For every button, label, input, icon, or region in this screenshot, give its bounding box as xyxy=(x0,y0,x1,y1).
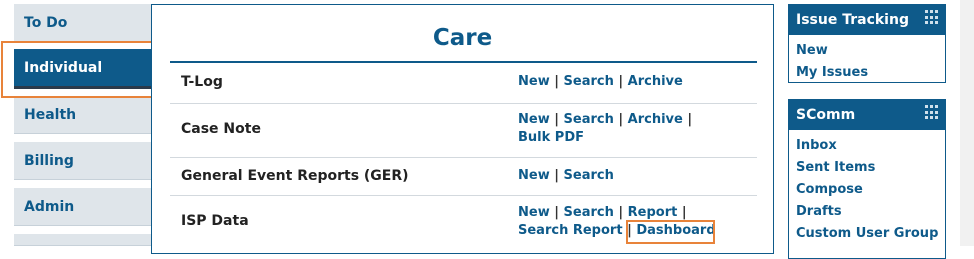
my-issues-link[interactable]: My Issues xyxy=(796,62,945,84)
tab-label: Admin xyxy=(24,198,75,215)
dashboard-link[interactable]: Dashboard xyxy=(636,223,715,238)
new-link[interactable]: New xyxy=(518,168,550,183)
page-scrollbar[interactable] xyxy=(960,0,974,246)
report-link[interactable]: Report xyxy=(628,205,678,220)
row-isp-data: ISP Data New | Search | Report | Search R… xyxy=(170,195,757,255)
tab-billing[interactable]: Billing xyxy=(14,142,152,180)
drafts-link[interactable]: Drafts xyxy=(796,201,945,223)
page-title: Care xyxy=(432,25,493,51)
widget-header: Issue Tracking xyxy=(789,5,945,35)
row-label: ISP Data xyxy=(181,213,249,229)
tab-label: Individual xyxy=(24,59,103,76)
row-label: Case Note xyxy=(181,121,261,137)
tab-label: Health xyxy=(24,106,77,123)
issue-new-link[interactable]: New xyxy=(796,40,945,62)
search-link[interactable]: Search xyxy=(564,112,614,127)
row-links: New | Search | Report | Search Report | D… xyxy=(518,205,716,238)
new-link[interactable]: New xyxy=(518,205,550,220)
care-panel: Care T-Log New | Search | Archive Case N… xyxy=(151,4,774,254)
grid-handle-icon[interactable] xyxy=(925,10,940,25)
new-link[interactable]: New xyxy=(518,74,550,89)
tab-label: To Do xyxy=(24,14,68,31)
bulk-pdf-link[interactable]: Bulk PDF xyxy=(518,130,584,145)
archive-link[interactable]: Archive xyxy=(628,74,683,89)
search-report-link[interactable]: Search Report xyxy=(518,223,623,238)
tab-to-do[interactable]: To Do xyxy=(14,4,152,42)
tab-admin[interactable]: Admin xyxy=(14,188,152,226)
row-label: T-Log xyxy=(181,74,223,90)
scomm-widget: SComm Inbox Sent Items Compose Drafts Cu… xyxy=(788,99,946,259)
issue-tracking-widget: Issue Tracking New My Issues xyxy=(788,4,946,83)
search-link[interactable]: Search xyxy=(564,205,614,220)
custom-user-group-link[interactable]: Custom User Group xyxy=(796,223,945,245)
tab-partial[interactable] xyxy=(14,234,152,246)
grid-handle-icon[interactable] xyxy=(925,105,940,120)
tab-individual[interactable]: Individual xyxy=(14,49,152,89)
archive-link[interactable]: Archive xyxy=(628,112,683,127)
widget-list: New My Issues xyxy=(789,35,945,84)
row-links: New | Search | Archive xyxy=(518,74,683,89)
row-label: General Event Reports (GER) xyxy=(181,168,409,184)
compose-link[interactable]: Compose xyxy=(796,179,945,201)
row-t-log: T-Log New | Search | Archive xyxy=(170,63,757,104)
widget-list: Inbox Sent Items Compose Drafts Custom U… xyxy=(789,130,945,245)
new-link[interactable]: New xyxy=(518,112,550,127)
search-link[interactable]: Search xyxy=(564,168,614,183)
left-nav: To Do Individual Health Billing Admin xyxy=(0,0,152,246)
tab-label: Billing xyxy=(24,152,74,169)
widget-title: Issue Tracking xyxy=(796,12,909,28)
widget-title: SComm xyxy=(796,107,856,123)
inbox-link[interactable]: Inbox xyxy=(796,135,945,157)
row-case-note: Case Note New | Search | Archive | Bulk P… xyxy=(170,103,757,158)
sent-items-link[interactable]: Sent Items xyxy=(796,157,945,179)
widget-header: SComm xyxy=(789,100,945,130)
row-ger: General Event Reports (GER) New | Search xyxy=(170,157,757,196)
row-links: New | Search | Archive | Bulk PDF xyxy=(518,112,693,145)
tab-health[interactable]: Health xyxy=(14,96,152,134)
row-links: New | Search xyxy=(518,168,614,183)
search-link[interactable]: Search xyxy=(564,74,614,89)
